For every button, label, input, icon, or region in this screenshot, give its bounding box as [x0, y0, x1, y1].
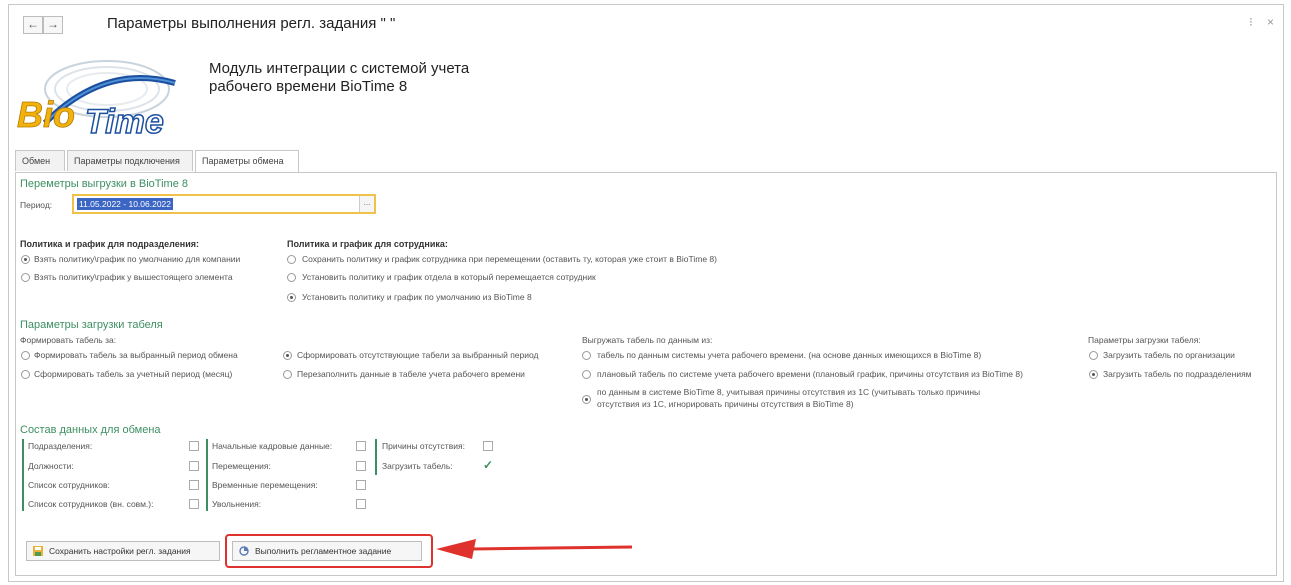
comp-absence-label: Причины отсутствия:	[382, 441, 465, 451]
back-button[interactable]: ←	[23, 16, 43, 34]
comp-dismissals-label: Увольнения:	[212, 499, 262, 509]
tab-panel: Переметры выгрузки в BioTime 8 Период: 1…	[15, 172, 1277, 576]
forward-button[interactable]: →	[43, 16, 63, 34]
load-option-org-label: Загрузить табель по организации	[1103, 350, 1235, 360]
upload-option-plan-radio[interactable]	[582, 370, 591, 379]
group-divider	[375, 439, 377, 475]
comp-employees-ext-checkbox[interactable]	[189, 499, 199, 509]
module-title: Модуль интеграции с системой учета рабоч…	[209, 60, 469, 96]
tab-exchange-params[interactable]: Параметры обмена	[195, 150, 299, 173]
comp-initial-hr-checkbox[interactable]	[356, 441, 366, 451]
more-icon[interactable]: ⁝	[1249, 15, 1253, 29]
comp-dismissals-checkbox[interactable]	[356, 499, 366, 509]
group-divider	[206, 439, 208, 511]
close-icon[interactable]: ×	[1267, 15, 1274, 29]
dept-policy-title: Политика и график для подразделения:	[20, 239, 199, 249]
period-field[interactable]: 11.05.2022 - 10.06.2022 ...	[72, 194, 376, 214]
upload-option-1c-label-line2: отсутствия из 1С, игнорировать причины о…	[597, 399, 854, 409]
upload-option-plan-label: плановый табель по системе учета рабочег…	[597, 369, 1023, 379]
emp-option-dept-radio[interactable]	[287, 273, 296, 282]
window-title: Параметры выполнения регл. задания " "	[107, 15, 396, 32]
missing-option-create-label: Сформировать отсутствующие табели за выб…	[297, 350, 539, 360]
missing-option-refill-radio[interactable]	[283, 370, 292, 379]
upload-option-actual-radio[interactable]	[582, 351, 591, 360]
logo-bio: Bio	[17, 94, 75, 135]
load-option-org-radio[interactable]	[1089, 351, 1098, 360]
comp-employees-checkbox[interactable]	[189, 480, 199, 490]
comp-positions-label: Должности:	[28, 461, 74, 471]
comp-absence-checkbox[interactable]	[483, 441, 493, 451]
emp-policy-title: Политика и график для сотрудника:	[287, 239, 448, 249]
pointer-arrow	[436, 539, 633, 559]
form-option-exchange-label: Формировать табель за выбранный период о…	[34, 350, 238, 360]
load-option-dept-radio[interactable]	[1089, 370, 1098, 379]
tab-connection[interactable]: Параметры подключения	[67, 150, 193, 171]
comp-load-timesheet-label: Загрузить табель:	[382, 461, 453, 471]
tab-exchange[interactable]: Обмен	[15, 150, 65, 171]
comp-positions-checkbox[interactable]	[189, 461, 199, 471]
comp-temp-transfers-checkbox[interactable]	[356, 480, 366, 490]
period-select-button[interactable]: ...	[359, 196, 374, 212]
section-timesheet-title: Параметры загрузки табеля	[20, 319, 163, 331]
emp-option-keep-radio[interactable]	[287, 255, 296, 264]
period-value: 11.05.2022 - 10.06.2022	[77, 198, 174, 210]
section-export-title: Переметры выгрузки в BioTime 8	[20, 178, 189, 190]
comp-load-timesheet-checkbox[interactable]: ✓	[483, 459, 493, 471]
comp-departments-label: Подразделения:	[28, 441, 93, 451]
emp-option-dept-label: Установить политику и график отдела в ко…	[302, 272, 596, 282]
emp-option-default-radio[interactable]	[287, 293, 296, 302]
emp-option-default-label: Установить политику и график по умолчани…	[302, 292, 532, 302]
comp-initial-hr-label: Начальные кадровые данные:	[212, 441, 333, 451]
period-label: Период:	[20, 200, 53, 210]
module-title-line2: рабочего времени BioTime 8	[209, 78, 408, 95]
emp-option-keep-label: Сохранить политику и график сотрудника п…	[302, 254, 717, 264]
upload-option-1c-label-line1: по данным в системе BioTime 8, учитывая …	[597, 387, 981, 397]
upload-option-1c-radio[interactable]	[582, 395, 591, 404]
module-title-line1: Модуль интеграции с системой учета	[209, 60, 470, 77]
dept-option-default-label: Взять политику\график по умолчанию для к…	[34, 254, 241, 264]
form-period-label: Формировать табель за:	[20, 335, 117, 345]
upload-option-actual-label: табель по данным системы учета рабочего …	[597, 350, 982, 360]
missing-option-create-radio[interactable]	[283, 351, 292, 360]
form-option-exchange-radio[interactable]	[21, 351, 30, 360]
dept-option-parent-label: Взять политику\график у вышестоящего эле…	[34, 272, 233, 282]
save-icon	[33, 546, 43, 556]
load-option-dept-label: Загрузить табель по подразделениям	[1103, 369, 1252, 379]
save-settings-button[interactable]: Сохранить настройки регл. задания	[26, 541, 220, 561]
comp-employees-ext-label: Список сотрудников (вн. совм.):	[28, 499, 154, 509]
form-option-month-radio[interactable]	[21, 370, 30, 379]
logo-time: Time	[85, 103, 164, 139]
comp-temp-transfers-label: Временные перемещения:	[212, 480, 318, 490]
load-params-label: Параметры загрузки табеля:	[1088, 335, 1201, 345]
section-composition-title: Состав данных для обмена	[20, 424, 161, 436]
highlight-frame	[225, 534, 433, 568]
biotime-logo: Bio Time	[15, 53, 185, 142]
comp-transfers-label: Перемещения:	[212, 461, 271, 471]
missing-option-refill-label: Перезаполнить данные в табеле учета рабо…	[297, 369, 525, 379]
dept-option-default-radio[interactable]	[21, 255, 30, 264]
save-settings-label: Сохранить настройки регл. задания	[49, 546, 191, 556]
form-option-month-label: Сформировать табель за учетный период (м…	[34, 369, 233, 379]
comp-employees-label: Список сотрудников:	[28, 480, 110, 490]
comp-transfers-checkbox[interactable]	[356, 461, 366, 471]
group-divider	[22, 439, 24, 511]
window: ← → Параметры выполнения регл. задания "…	[8, 4, 1284, 582]
upload-source-label: Выгружать табель по данным из:	[582, 335, 713, 345]
comp-departments-checkbox[interactable]	[189, 441, 199, 451]
title-bar: ← → Параметры выполнения регл. задания "…	[9, 5, 1283, 45]
dept-option-parent-radio[interactable]	[21, 273, 30, 282]
